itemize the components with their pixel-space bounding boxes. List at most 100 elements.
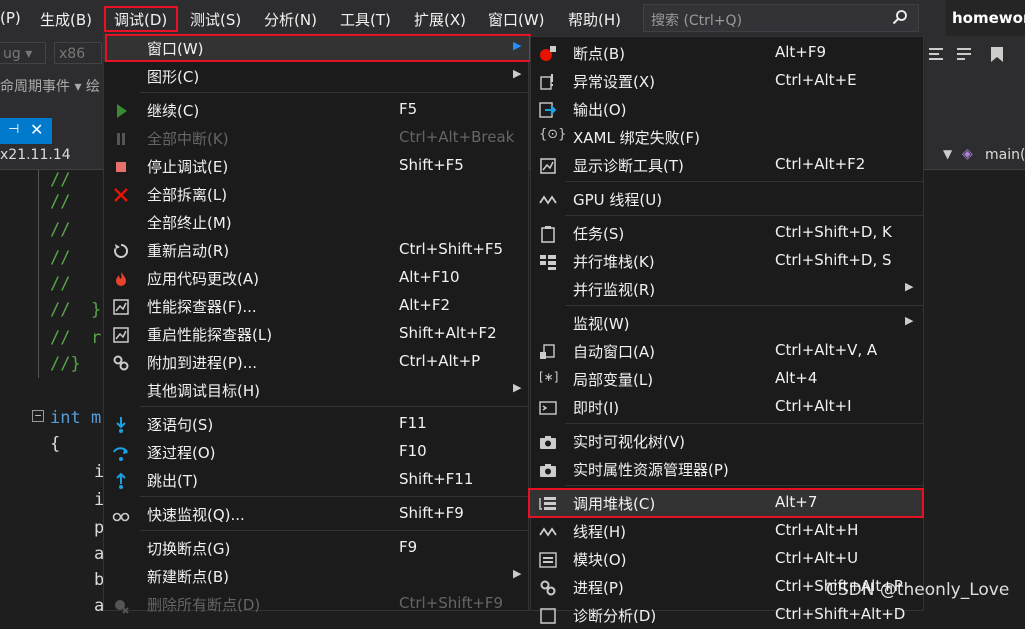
menu-item-shortcut: Shift+F9 <box>399 504 464 522</box>
menu-test[interactable]: 测试(S) <box>190 9 241 30</box>
menu-tools[interactable]: 工具(T) <box>340 9 391 30</box>
menu-item-performance-profiler[interactable]: 性能探查器(F)... Alt+F2 <box>104 292 528 320</box>
menu-item-detach-all[interactable]: 全部拆离(L) <box>104 180 528 208</box>
menu-item-shortcut: Alt+4 <box>775 369 818 387</box>
submenu-item-locals[interactable]: [∗] 局部变量(L) Alt+4 <box>531 365 923 393</box>
submenu-item-gpu-threads[interactable]: GPU 线程(U) <box>531 185 923 213</box>
code-line: // <box>50 274 71 294</box>
chevron-down-icon[interactable]: ▼ <box>943 147 952 161</box>
menu-item-label: 线程(H) <box>573 523 626 541</box>
menu-item-label: 新建断点(B) <box>147 568 229 586</box>
menu-item-label: 实时可视化树(V) <box>573 433 685 451</box>
submenu-item-live-visual-tree[interactable]: 实时可视化树(V) <box>531 427 923 455</box>
submenu-item-xaml-binding-failures[interactable]: {⊙} XAML 绑定失败(F) <box>531 123 923 151</box>
menu-separator <box>565 305 923 306</box>
play-icon <box>117 104 127 118</box>
menu-item-label: 任务(S) <box>573 225 625 243</box>
config-combo[interactable]: ug ▾ <box>0 42 46 64</box>
menu-item-label: 诊断分析(D) <box>573 607 657 625</box>
menu-item-continue[interactable]: 继续(C) F5 <box>104 96 528 124</box>
menu-item-label: 性能探查器(F)... <box>147 298 257 316</box>
menu-analyze[interactable]: 分析(N) <box>264 9 317 30</box>
menu-item-label: 其他调试目标(H) <box>147 382 260 400</box>
breadcrumb[interactable]: 命周期事件 ▾ 绘 <box>0 76 100 96</box>
menu-separator <box>565 423 923 424</box>
menu-separator <box>565 485 923 486</box>
menu-item-shortcut: Ctrl+Alt+I <box>775 397 852 415</box>
processes-icon <box>540 580 556 596</box>
detach-icon <box>114 188 128 202</box>
menu-item-relaunch-profiler[interactable]: 重启性能探查器(L) Shift+Alt+F2 <box>104 320 528 348</box>
menu-project[interactable]: (P) <box>0 9 21 27</box>
menu-item-stop-debugging[interactable]: 停止调试(E) Shift+F5 <box>104 152 528 180</box>
window-submenu: 断点(B) Alt+F9 异常设置(X) Ctrl+Alt+E 输出(O) {⊙… <box>528 36 924 625</box>
locals-icon: [∗] <box>539 370 559 384</box>
menu-item-label: 切换断点(G) <box>147 540 231 558</box>
submenu-item-threads[interactable]: 线程(H) Ctrl+Alt+H <box>531 517 923 545</box>
nav-left-label[interactable]: x21.11.14 <box>0 147 71 163</box>
menu-item-shortcut: F10 <box>399 442 427 460</box>
menu-item-label: 逐过程(O) <box>147 444 216 462</box>
menu-item-label: 断点(B) <box>573 45 625 63</box>
pin-icon[interactable]: ⊣ <box>8 122 19 137</box>
menu-item-restart[interactable]: 重新启动(R) Ctrl+Shift+F5 <box>104 236 528 264</box>
submenu-item-output[interactable]: 输出(O) <box>531 95 923 123</box>
menu-item-apply-code-changes[interactable]: 应用代码更改(A) Alt+F10 <box>104 264 528 292</box>
submenu-item-immediate[interactable]: 即时(I) Ctrl+Alt+I <box>531 393 923 421</box>
menu-item-label: 输出(O) <box>573 101 627 119</box>
camera-icon <box>540 436 556 449</box>
nav-right-label[interactable]: main( <box>985 147 1025 163</box>
menu-item-terminate-all[interactable]: 全部终止(M) <box>104 208 528 236</box>
submenu-item-live-property-explorer[interactable]: 实时属性资源管理器(P) <box>531 455 923 483</box>
submenu-item-exception-settings[interactable]: 异常设置(X) Ctrl+Alt+E <box>531 67 923 95</box>
menu-item-shortcut: F9 <box>399 538 418 556</box>
menu-item-shortcut: Ctrl+Alt+V, A <box>775 341 878 359</box>
comment-icon[interactable] <box>956 46 972 62</box>
code-line: int m <box>50 408 102 428</box>
menu-item-step-out[interactable]: 跳出(T) Shift+F11 <box>104 466 528 494</box>
menu-item-shortcut: Ctrl+Alt+U <box>775 549 859 567</box>
submenu-arrow-icon: ▶ <box>513 67 522 80</box>
threads-icon <box>539 527 557 537</box>
menu-item-attach-to-process[interactable]: 附加到进程(P)... Ctrl+Alt+P <box>104 348 528 376</box>
submenu-item-autos[interactable]: 自动窗口(A) Ctrl+Alt+V, A <box>531 337 923 365</box>
menu-item-toggle-breakpoint[interactable]: 切换断点(G) F9 <box>104 534 528 562</box>
watermark: CSDN @theonly_Love <box>826 580 1010 600</box>
menu-item-label: GPU 线程(U) <box>573 191 663 209</box>
menu-item-label: 重启性能探查器(L) <box>147 326 273 344</box>
menu-item-label: 自动窗口(A) <box>573 343 655 361</box>
format-icon[interactable] <box>928 46 944 62</box>
menu-help[interactable]: 帮助(H) <box>568 9 621 30</box>
platform-combo[interactable]: x86 <box>54 42 102 64</box>
menu-extensions[interactable]: 扩展(X) <box>414 9 466 30</box>
submenu-item-modules[interactable]: 模块(O) Ctrl+Alt+U <box>531 545 923 573</box>
close-icon[interactable]: ✕ <box>30 120 43 139</box>
menu-item-label: 应用代码更改(A) <box>147 270 259 288</box>
bookmark-icon[interactable] <box>990 46 1004 63</box>
menu-item-other-debug-targets[interactable]: 其他调试目标(H) ▶ <box>104 376 528 404</box>
submenu-item-breakpoints[interactable]: 断点(B) Alt+F9 <box>531 39 923 67</box>
menu-item-shortcut: Ctrl+Shift+D, S <box>775 251 892 269</box>
menu-item-label: 异常设置(X) <box>573 73 655 91</box>
menu-item-label: 显示诊断工具(T) <box>573 157 684 175</box>
menu-item-graphics[interactable]: 图形(C) ▶ <box>104 62 528 90</box>
menu-item-label: 重新启动(R) <box>147 242 230 260</box>
menu-item-quickwatch[interactable]: 快速监视(Q)... Shift+F9 <box>104 500 528 528</box>
submenu-item-tasks[interactable]: 任务(S) Ctrl+Shift+D, K <box>531 219 923 247</box>
menu-item-new-breakpoint[interactable]: 新建断点(B) ▶ <box>104 562 528 590</box>
submenu-item-watch[interactable]: 监视(W) ▶ <box>531 309 923 337</box>
collapse-toggle[interactable]: − <box>32 410 44 422</box>
submenu-item-parallel-stacks[interactable]: 并行堆栈(K) Ctrl+Shift+D, S <box>531 247 923 275</box>
active-tab[interactable]: ⊣ ✕ <box>0 118 52 144</box>
menu-item-step-into[interactable]: 逐语句(S) F11 <box>104 410 528 438</box>
submenu-item-diagnostic-analysis[interactable]: 诊断分析(D) Ctrl+Shift+Alt+D <box>531 601 923 629</box>
menu-build[interactable]: 生成(B) <box>40 9 92 30</box>
menu-item-label: 图形(C) <box>147 68 200 86</box>
search-box[interactable]: 搜索 (Ctrl+Q) <box>643 4 919 32</box>
menu-window[interactable]: 窗口(W) <box>488 9 545 30</box>
menu-separator <box>140 530 528 531</box>
menu-item-step-over[interactable]: 逐过程(O) F10 <box>104 438 528 466</box>
submenu-item-parallel-watch[interactable]: 并行监视(R) ▶ <box>531 275 923 303</box>
code-line: // <box>50 248 71 268</box>
submenu-item-diagnostic-tools[interactable]: 显示诊断工具(T) Ctrl+Alt+F2 <box>531 151 923 179</box>
